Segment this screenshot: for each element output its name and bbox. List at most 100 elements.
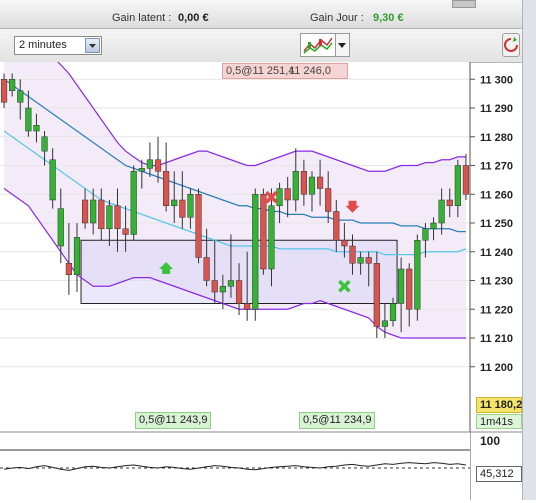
candle-down	[341, 240, 348, 247]
candle-down	[244, 303, 251, 310]
candle-down	[211, 280, 218, 293]
candle-up	[276, 188, 283, 206]
candle-down	[82, 199, 89, 224]
candle-up	[187, 194, 194, 218]
account-summary-bar: Gain latent : 0,00 € Gain Jour : 9,30 €	[0, 0, 536, 29]
unrealized-gain-label: Gain latent :	[112, 12, 172, 24]
candle-up	[146, 159, 154, 169]
indicator-value-text: 45,312	[480, 468, 514, 480]
candle-up	[398, 268, 405, 304]
candle-up	[25, 107, 32, 132]
candlestick-chart[interactable]: 11 300 11 290 11 280 11 270 11 260 11 250 11 2…	[0, 35, 536, 500]
price-tick-label: 11 250	[480, 218, 513, 230]
candle-down	[65, 263, 72, 275]
current-price-label: 11 180,2	[476, 397, 522, 413]
candle-down	[365, 257, 372, 264]
order-tag-top-overlap: 11 246,0	[289, 65, 332, 77]
order-tag-top-text: 0,5@11 251,4	[226, 65, 295, 77]
price-chart[interactable]: 11 300 11 290 11 280 11 270 11 260 11 250 11 2…	[0, 35, 536, 500]
candle-up	[381, 320, 388, 327]
candle-up	[292, 171, 299, 201]
candle-countdown-text: 1m41s	[480, 416, 514, 428]
candle-down	[195, 194, 202, 258]
price-tick-label: 11 200	[480, 362, 513, 374]
candle-down	[203, 257, 210, 281]
current-price-text: 11 180,2	[480, 399, 523, 411]
order-tag-top[interactable]: 0,5@11 251,4 11 246,0	[222, 63, 348, 79]
price-tick-label: 11 240	[480, 247, 513, 259]
chevron-down-icon[interactable]	[85, 38, 100, 53]
candle-up	[454, 165, 461, 206]
candle-down	[154, 159, 162, 172]
price-tick-label: 11 270	[480, 161, 513, 173]
daily-gain-label: Gain Jour :	[310, 12, 364, 24]
window-close-icon[interactable]	[452, 0, 476, 8]
candle-down	[98, 199, 105, 229]
candle-up	[49, 159, 56, 201]
order-tag-bottom-left-text: 0,5@11 243,9	[139, 414, 208, 426]
price-tick-label: 11 230	[480, 276, 513, 288]
price-tick-label: 11 260	[480, 189, 513, 201]
candle-up	[57, 208, 64, 247]
chart-toolbar: 2 minutes	[0, 29, 536, 63]
candle-up	[130, 171, 137, 235]
candle-down	[0, 79, 8, 103]
candle-up	[308, 176, 316, 195]
candle-down	[260, 194, 267, 270]
candle-up	[9, 79, 16, 91]
chevron-down-icon	[338, 43, 346, 48]
indicator-top-label: 100	[480, 434, 501, 448]
price-tick-label: 11 220	[480, 304, 513, 316]
candle-up	[171, 199, 178, 206]
candle-down	[114, 205, 121, 229]
candle-down	[284, 188, 291, 201]
candle-down	[349, 245, 356, 264]
chart-style-icon	[303, 37, 333, 54]
candle-down	[163, 171, 170, 206]
candle-up	[357, 257, 364, 264]
vertical-scrollbar[interactable]	[522, 0, 536, 500]
candle-up	[268, 205, 275, 270]
candle-down	[462, 165, 470, 195]
candle-up	[414, 240, 421, 310]
candle-up	[227, 280, 235, 287]
candle-up	[33, 125, 40, 132]
price-tick-label: 11 280	[480, 132, 513, 144]
order-tag-bottom-left[interactable]: 0,5@11 243,9	[135, 412, 211, 429]
refresh-icon[interactable]	[502, 33, 520, 57]
order-tag-bottom-right-text: 0,5@11 234,9	[303, 414, 372, 426]
candle-up	[138, 168, 145, 172]
indicator-panel	[0, 432, 470, 500]
candle-up	[41, 136, 48, 152]
chart-type-dropdown-button[interactable]	[336, 33, 350, 57]
order-tag-bottom-right[interactable]: 0,5@11 234,9	[299, 412, 375, 429]
price-tick-label: 11 210	[480, 333, 513, 345]
candle-down	[317, 176, 324, 189]
candle-up	[106, 205, 113, 229]
indicator-value-label: 45,312	[476, 466, 522, 482]
candle-up	[90, 199, 97, 224]
candle-up	[430, 222, 437, 229]
candle-down	[235, 280, 243, 304]
candle-up	[219, 286, 226, 293]
timeframe-value: 2 minutes	[19, 39, 67, 51]
unrealized-gain-value: 0,00 €	[178, 12, 209, 24]
chart-type-button[interactable]	[300, 33, 336, 57]
price-tick-label: 11 300	[480, 74, 513, 86]
candle-down	[325, 188, 332, 212]
candle-up	[252, 194, 259, 310]
daily-gain-value: 9,30 €	[373, 12, 404, 24]
candle-down	[300, 171, 307, 195]
candle-down	[406, 268, 413, 310]
candle-down	[122, 228, 129, 235]
candle-up	[17, 90, 24, 103]
candle-down	[373, 263, 380, 327]
candle-up	[73, 237, 81, 275]
candle-up	[438, 199, 445, 224]
price-tick-label: 11 290	[480, 103, 513, 115]
candle-down	[179, 199, 186, 218]
candle-down	[446, 199, 453, 206]
candle-countdown: 1m41s	[476, 414, 522, 429]
candle-up	[389, 303, 397, 321]
timeframe-select[interactable]: 2 minutes	[14, 36, 102, 55]
